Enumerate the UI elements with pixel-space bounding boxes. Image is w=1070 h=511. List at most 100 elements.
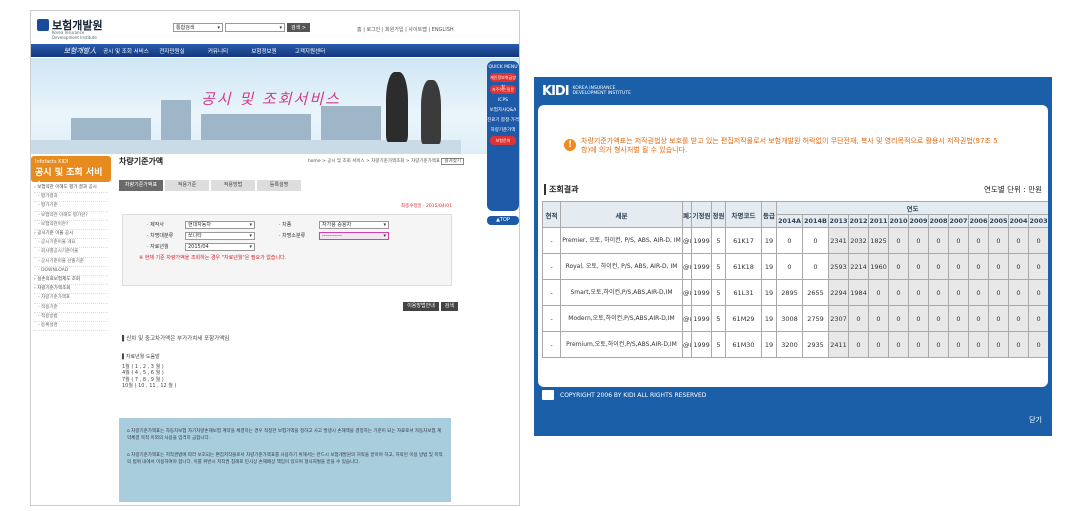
cell-year-value: 3008 — [776, 305, 803, 332]
nav-item-civil[interactable]: 전자민원실 — [149, 47, 195, 55]
model-select[interactable]: 자가용 승용차 ▾ — [319, 220, 389, 229]
top-links[interactable]: 홈 | 로그인 | 회원가입 | 사이트맵 | ENGLISH — [357, 26, 454, 33]
sidebar-item[interactable]: › 차량기준가액조회 — [34, 285, 108, 295]
table-row[interactable]: -Royal, 오토, 하이컨, P/S, ABS, AIR-D, IM@&19… — [542, 253, 1048, 280]
class-select[interactable]: 쏘나타 ▾ — [185, 231, 255, 240]
header-year: 2013 — [828, 214, 849, 228]
quick-item[interactable]: 차량기준가액 — [487, 127, 519, 133]
nav-item-about[interactable]: 보험개발人 — [57, 46, 103, 56]
table-row[interactable]: -Smart,오토,하이컨,P/S,ABS,AIR-D,IM@&1999561L… — [542, 279, 1048, 306]
chevron-down-icon: ▾ — [249, 243, 252, 250]
table-row[interactable]: -Premium,오토,하이컨,P/S,ABS,AIR-D,IM@&199956… — [542, 331, 1048, 358]
header-displacement: 정원 — [711, 201, 726, 228]
sidebar: Infofacts KIDI 공시 및 조회 서비스 › 보험약관 이해도 평가… — [31, 156, 111, 486]
logo-mark-icon — [37, 19, 49, 31]
result-popup-window: KIDI KOREA INSURANCE DEVELOPMENT INSTITUT… — [534, 77, 1052, 436]
search-input[interactable]: ▾ — [225, 23, 285, 32]
sidebar-item[interactable]: - 공시기준이율 산출기준 — [34, 258, 108, 267]
top-bar: 보험개발원 Korea Insurance Development Instit… — [31, 11, 519, 41]
search-submit-button[interactable]: 검색 — [440, 302, 458, 311]
main-site-window: 보험개발원 Korea Insurance Development Instit… — [30, 10, 520, 506]
cell-year-value: 0 — [1027, 331, 1048, 358]
cell-code: 61K18 — [725, 253, 762, 280]
table-row[interactable]: -Premier, 오토, 하이컨, P/S, ABS, AIR-D, IM@&… — [542, 227, 1048, 254]
cell-year-value: 0 — [908, 227, 929, 254]
cell-year-value: 0 — [948, 279, 969, 306]
scroll-top-button[interactable]: ▲TOP — [487, 216, 519, 225]
cell-year-value: 0 — [968, 227, 989, 254]
sidebar-item[interactable]: › 보험약관 이해도 평가 결과 공시 — [34, 184, 108, 194]
sidebar-item[interactable]: - 보험약관 이해도 평가란? — [34, 212, 108, 221]
tab-criteria[interactable]: 적용기준 — [165, 180, 209, 191]
cell-year-value: 0 — [908, 253, 929, 280]
cell-year-value: 0 — [948, 331, 969, 358]
sidebar-item[interactable]: - 회사별공시기준이율 — [34, 248, 108, 258]
maker-select[interactable]: 현대자동차 ▾ — [185, 220, 255, 229]
sidebar-item[interactable]: - 평가결과 — [34, 193, 108, 203]
table-row[interactable]: -Modern,오토,하이컨,P/S,ABS,AIR-D,IM@&1999561… — [542, 305, 1048, 332]
nav-item-disclosure[interactable]: 공시 및 조회 서비스 — [103, 47, 149, 55]
sidebar-item[interactable]: - 보험약관이란? — [34, 221, 108, 231]
cell-year-value: 0 — [928, 305, 949, 332]
city-silhouette — [321, 106, 381, 140]
quick-item[interactable]: 보험자사Q&A — [487, 107, 519, 113]
sidebar-item[interactable]: › 공시기준 이율 공시 — [34, 230, 108, 240]
quick-item[interactable]: 자주하는질문 — [490, 85, 516, 94]
popup-footer: COPYRIGHT 2006 BY KIDI ALL RIGHTS RESERV… — [534, 390, 1052, 400]
nav-item-info[interactable]: 보험정보원 — [241, 47, 287, 55]
tab-registration[interactable]: 등록설명 — [257, 180, 301, 191]
header-year: 2007 — [948, 214, 969, 228]
notice-box: o 차량기준가액표는 자동차보험 자기차량손해보험 계약을 체결하는 경우 적정… — [119, 418, 451, 502]
sidebar-item[interactable]: - 차량기준가액표 — [34, 294, 108, 304]
quick-item[interactable]: 보험문의 — [490, 136, 516, 145]
quick-menu-title: QUICK MENU — [488, 65, 518, 70]
cell-year-value: 2759 — [802, 305, 829, 332]
bookmark-button[interactable]: 즐겨찾기 — [441, 158, 464, 165]
cell-code: 61M30 — [725, 331, 762, 358]
chevron-down-icon: ▾ — [249, 221, 252, 228]
sidebar-item[interactable]: - 적용기준 — [34, 304, 108, 313]
close-button[interactable]: 닫기 — [1029, 415, 1042, 425]
cell-year-value: 2593 — [828, 253, 849, 280]
quick-menu: QUICK MENU 개인정보취급방침 자주하는질문 ICPS 보험자사Q&A … — [487, 61, 519, 211]
date-select[interactable]: 2015/04 ▾ — [185, 242, 255, 251]
cell-year-value: 0 — [888, 331, 909, 358]
cell-exists: - — [542, 305, 561, 332]
cell-grade: 19 — [761, 227, 777, 254]
cell-year-value: 0 — [1027, 279, 1048, 306]
search-scope-select[interactable]: 통합검색 ▾ — [173, 23, 223, 32]
vat-info: ▌신차 및 중고차가액은 부가가치세 포함가액임 — [122, 336, 230, 342]
sidebar-item[interactable]: › 실손의료보험제도 조회 — [34, 276, 108, 286]
cell-year-value: 0 — [968, 279, 989, 306]
cell-year-value: 1960 — [868, 253, 889, 280]
sidebar-list: › 보험약관 이해도 평가 결과 공시 - 평가결과 - 평가기준 - 보험약관 이해… — [31, 182, 111, 333]
cell-year-value: 0 — [928, 253, 949, 280]
cell-year-value: 0 — [908, 279, 929, 306]
site-logo[interactable]: 보험개발원 Korea Insurance Development Instit… — [37, 17, 103, 40]
sidebar-item[interactable]: - 공시기준이율 개요 — [34, 239, 108, 249]
sidebar-item[interactable]: - 등록설명 — [34, 322, 108, 332]
cell-year-value: 0 — [888, 227, 909, 254]
tab-method[interactable]: 적용방법 — [211, 180, 255, 191]
quick-item[interactable]: 진료기 합정·가격 — [487, 117, 519, 123]
sidebar-item[interactable]: - 적용방법 — [34, 313, 108, 323]
updated-date: 최종수정일 : 2015/04/01 — [400, 204, 452, 209]
sidebar-item[interactable]: - 평가기준 — [34, 202, 108, 212]
sidebar-item[interactable]: - DOWNLOAD — [34, 267, 108, 277]
nav-item-community[interactable]: 커뮤니티 — [195, 47, 241, 55]
cell-year-value: 0 — [988, 227, 1009, 254]
tab-price-table[interactable]: 차량기준가액표 — [119, 180, 163, 191]
subclass-select[interactable]: ----------- ▾ — [319, 231, 389, 240]
nav-item-support[interactable]: 고객지원센터 — [287, 47, 333, 55]
cell-code: 61M29 — [725, 305, 762, 332]
search-form: · 제작사 현대자동차 ▾ · 차종 자가용 승용차 ▾ · 차명대분류 쏘나타 ▾ … — [122, 214, 452, 286]
search-button[interactable]: 검색 > — [287, 23, 310, 32]
quick-item[interactable]: 개인정보취급방침 — [490, 73, 516, 89]
chevron-down-icon: ▾ — [383, 221, 386, 228]
header-discontinued: 폐기 — [682, 201, 692, 228]
quick-item[interactable]: ICPS — [487, 98, 519, 103]
cell-year-value: 0 — [802, 253, 829, 280]
usage-guide-button[interactable]: 이용방법안내 — [403, 302, 439, 311]
chevron-down-icon: ▾ — [279, 24, 282, 31]
main-nav: 보험개발人 공시 및 조회 서비스 전자민원실 커뮤니티 보험정보원 고객지원센… — [31, 44, 519, 57]
